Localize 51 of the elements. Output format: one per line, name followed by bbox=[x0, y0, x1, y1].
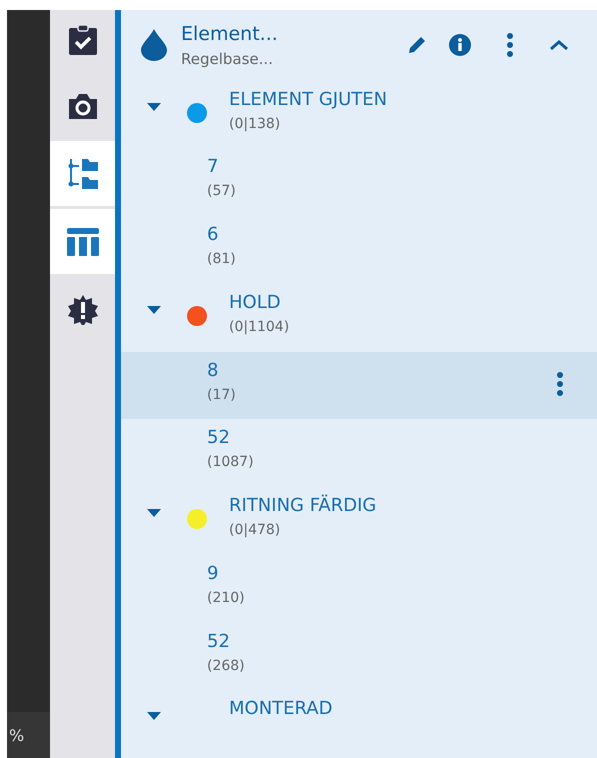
drop-icon bbox=[141, 29, 167, 62]
more-icon bbox=[557, 372, 563, 396]
group-name[interactable]: ELEMENT GJUTEN bbox=[229, 88, 597, 110]
pencil-icon bbox=[407, 35, 427, 56]
edit-button[interactable] bbox=[407, 35, 427, 56]
clipboard-check-icon bbox=[68, 24, 98, 56]
caret-down-icon bbox=[147, 509, 161, 518]
more-button[interactable] bbox=[507, 33, 513, 58]
item-menu-button[interactable] bbox=[557, 372, 563, 396]
info-button[interactable] bbox=[449, 34, 471, 56]
item-count: (81) bbox=[207, 251, 237, 268]
list-item[interactable]: 52 (268) bbox=[121, 622, 597, 690]
group-count: (0|478) bbox=[229, 522, 282, 538]
caret-down-icon bbox=[147, 306, 161, 314]
item-count: (57) bbox=[207, 183, 237, 200]
item-count: (268) bbox=[207, 658, 246, 674]
item-count: (17) bbox=[207, 386, 237, 403]
list-item[interactable]: 52 (1087) bbox=[121, 419, 597, 488]
item-name: 6 bbox=[207, 224, 220, 246]
caret-down-icon bbox=[147, 712, 161, 720]
item-name: 52 bbox=[207, 427, 231, 448]
camera-icon bbox=[66, 92, 98, 120]
panel-title: Element... bbox=[181, 22, 279, 45]
item-name: 52 bbox=[207, 630, 231, 652]
expand-toggle[interactable] bbox=[147, 509, 161, 518]
group-name[interactable]: MONTERAD bbox=[229, 698, 597, 720]
list-item[interactable]: 9 (210) bbox=[121, 554, 597, 623]
group-name[interactable]: RITNING FÄRDIG bbox=[229, 495, 597, 516]
group-count: (0|138) bbox=[229, 116, 282, 132]
item-name: 7 bbox=[207, 156, 220, 178]
expand-toggle[interactable] bbox=[147, 306, 161, 314]
table-icon bbox=[66, 226, 100, 256]
chevron-up-icon bbox=[549, 39, 569, 52]
caret-down-icon bbox=[147, 102, 161, 111]
item-name: 8 bbox=[207, 360, 220, 381]
group-name[interactable]: HOLD bbox=[229, 292, 597, 313]
group-count: (0|1104) bbox=[229, 318, 290, 335]
status-text: % bbox=[9, 726, 24, 744]
expand-toggle[interactable] bbox=[147, 712, 161, 720]
panel-subtitle: Regelbase... bbox=[181, 50, 274, 68]
item-name: 9 bbox=[207, 562, 220, 584]
item-count: (1087) bbox=[207, 454, 255, 470]
expand-toggle[interactable] bbox=[147, 102, 161, 111]
info-icon bbox=[449, 34, 471, 56]
list-item[interactable]: 7 (57) bbox=[121, 148, 597, 216]
collapse-button[interactable] bbox=[549, 39, 569, 52]
alert-badge-icon bbox=[68, 294, 98, 324]
list-item[interactable]: 8 (17) bbox=[121, 352, 597, 420]
list-item[interactable]: 6 (81) bbox=[121, 216, 597, 284]
more-icon bbox=[507, 33, 513, 58]
item-count: (210) bbox=[207, 590, 246, 606]
